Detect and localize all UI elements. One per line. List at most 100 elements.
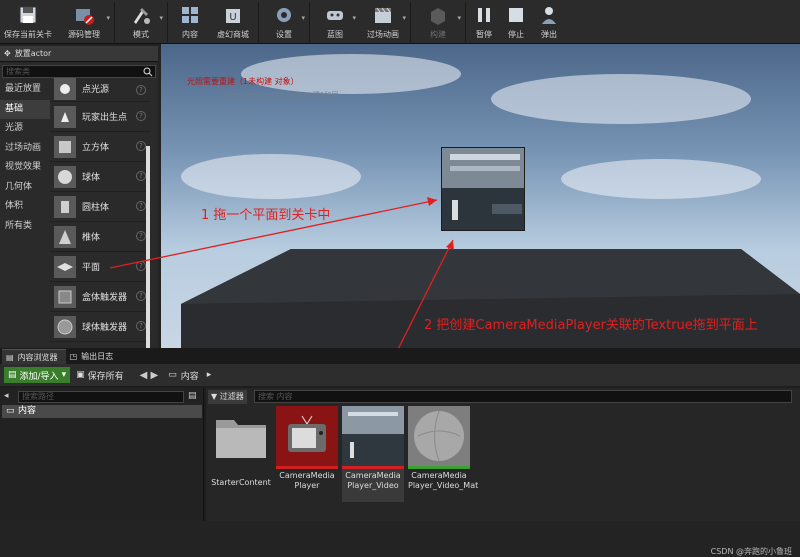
category-geometry[interactable]: 几何体 — [0, 178, 50, 198]
chevron-down-icon[interactable]: ▾ — [301, 14, 305, 22]
content-button[interactable]: 内容 — [170, 0, 210, 44]
modes-icon — [134, 8, 150, 24]
item-label: 点光源 — [82, 85, 110, 95]
pause-button[interactable]: 暂停 — [468, 0, 500, 44]
cinematics-button[interactable]: 过场动画 ▾ — [358, 0, 408, 44]
content-browser-icon: ▤ — [6, 352, 14, 362]
breadcrumb[interactable]: ▭ 内容 ▸ — [168, 369, 211, 382]
help-icon[interactable]: ? — [136, 141, 146, 151]
help-icon[interactable]: ? — [136, 85, 146, 95]
blueprints-button[interactable]: 蓝图 ▾ — [312, 0, 358, 44]
toolbar-divider — [258, 2, 259, 42]
list-item[interactable]: 球体触发器 ? — [50, 312, 150, 342]
list-item[interactable]: 平面 ? — [50, 252, 150, 282]
item-label: 立方体 — [82, 143, 110, 153]
level-viewport[interactable]: 光照需要重建（1未构建 对象） SceneCaptureComponent 建1… — [161, 44, 800, 348]
collapse-icon[interactable]: ◂ — [4, 391, 9, 401]
list-item[interactable]: 圆柱体 ? — [50, 192, 150, 222]
cylinder-icon — [54, 195, 76, 218]
point-light-icon — [54, 77, 76, 100]
pause-icon — [478, 8, 490, 22]
category-basic[interactable]: 基础 — [0, 99, 50, 119]
view-options-icon[interactable]: ▤ — [188, 391, 197, 401]
help-icon[interactable]: ? — [136, 231, 146, 241]
cinematics-icon — [375, 7, 391, 23]
tab-place-actors[interactable]: ✥ 放置actor — [0, 46, 158, 62]
blueprints-label: 蓝图 — [327, 30, 343, 39]
category-cinematic[interactable]: 过场动画 — [0, 139, 50, 159]
chevron-down-icon: ▾ — [61, 370, 67, 380]
category-all-classes[interactable]: 所有类 — [0, 217, 50, 237]
asset-tile-material[interactable]: CameraMedia Player_Video_Mat — [408, 406, 478, 502]
list-item[interactable]: 椎体 ? — [50, 222, 150, 252]
chevron-down-icon[interactable]: ▾ — [457, 14, 461, 22]
tab-output-log[interactable]: ◳ 输出日志 — [66, 349, 122, 364]
material-sphere-thumbnail — [408, 406, 470, 466]
settings-button[interactable]: 设置 ▾ — [261, 0, 307, 44]
category-visual-effects[interactable]: 视觉效果 — [0, 158, 50, 178]
help-icon[interactable]: ? — [136, 261, 146, 271]
content-browser-panel: ▤ 内容浏览器 ◳ 输出日志 ▤ 添加/导入 ▾ ▣ 保存所有 ◀ ▶ ▭ 内容… — [0, 348, 800, 556]
modes-label: 模式 — [133, 30, 149, 39]
build-button[interactable]: 构建 ▾ — [413, 0, 463, 44]
save-all-button[interactable]: ▣ 保存所有 — [76, 369, 124, 382]
filters-label: 过滤器 — [219, 392, 244, 401]
help-icon[interactable]: ? — [136, 291, 146, 301]
history-nav-arrows[interactable]: ◀ ▶ — [140, 370, 159, 381]
camera-video-frame — [442, 148, 524, 230]
watermark: CSDN @奔跑的小鲁班 — [710, 547, 792, 556]
stop-button[interactable]: 停止 — [500, 0, 532, 44]
help-icon[interactable]: ? — [136, 321, 146, 331]
tv-icon — [276, 406, 338, 466]
source-control-label: 源码管理 — [68, 30, 100, 39]
path-search-input[interactable]: 搜索路径 — [18, 391, 184, 403]
add-import-button[interactable]: ▤ 添加/导入 ▾ — [4, 367, 71, 383]
place-actors-icon: ✥ — [4, 49, 11, 58]
list-item[interactable]: 立方体 ? — [50, 132, 150, 162]
marketplace-label: 虚幻商城 — [217, 30, 249, 39]
settings-label: 设置 — [276, 30, 292, 39]
class-search-placeholder: 搜索类 — [6, 67, 30, 76]
stop-icon — [509, 8, 523, 22]
modes-button[interactable]: 模式 ▾ — [117, 0, 165, 44]
item-label: 玩家出生点 — [82, 113, 128, 123]
tab-content-browser[interactable]: ▤ 内容浏览器 — [2, 349, 66, 364]
list-item[interactable]: 盒体触发器 ? — [50, 282, 150, 312]
content-browser-toolbar: ▤ 添加/导入 ▾ ▣ 保存所有 ◀ ▶ ▭ 内容 ▸ — [0, 364, 800, 386]
marketplace-button[interactable]: U 虚幻商城 — [210, 0, 256, 44]
help-icon[interactable]: ? — [136, 201, 146, 211]
category-lights[interactable]: 光源 — [0, 119, 50, 139]
eject-button[interactable]: 弹出 — [532, 0, 566, 44]
filters-button[interactable]: ▼ 过滤器 — [208, 390, 247, 404]
list-item[interactable]: 玩家出生点 ? — [50, 102, 150, 132]
asset-tile-starter-content[interactable]: StarterContent — [210, 406, 272, 502]
list-item[interactable]: 点光源 ? — [50, 76, 150, 102]
pause-label: 暂停 — [476, 30, 492, 39]
save-level-button[interactable]: 保存当前关卡 — [0, 0, 56, 44]
category-recent[interactable]: 最近放置 — [0, 80, 50, 100]
media-texture-plane[interactable] — [441, 147, 525, 231]
asset-search-input[interactable]: 搜索 内容 — [254, 390, 792, 403]
player-start-icon — [54, 105, 76, 128]
chevron-down-icon[interactable]: ▾ — [159, 14, 163, 22]
chevron-down-icon[interactable]: ▾ — [402, 14, 406, 22]
list-item[interactable]: 球体 ? — [50, 162, 150, 192]
scene-capture-warning: SceneCaptureComponent 建1f0同 — [221, 91, 339, 99]
chevron-down-icon[interactable]: ▾ — [352, 14, 356, 22]
category-volumes[interactable]: 体积 — [0, 197, 50, 217]
annotation-step-2: 2 把创建CameraMediaPlayer关联的Textrue拖到平面上 — [424, 318, 758, 333]
blueprint-icon — [327, 11, 343, 20]
asset-tile-media-texture[interactable]: CameraMedia Player_Video — [342, 406, 404, 502]
annotation-step-1: 1 拖一个平面到关卡中 — [201, 208, 331, 223]
help-icon[interactable]: ? — [136, 171, 146, 181]
cube-icon — [54, 135, 76, 158]
tree-item-content[interactable]: ▭ 内容 — [2, 405, 202, 418]
item-label: 平面 — [82, 263, 101, 273]
bottom-tab-bar: ▤ 内容浏览器 ◳ 输出日志 — [0, 348, 800, 364]
save-level-label: 保存当前关卡 — [4, 30, 52, 39]
chevron-down-icon[interactable]: ▾ — [106, 14, 110, 22]
toolbar-divider — [410, 2, 411, 42]
source-control-button[interactable]: 源码管理 ▾ — [56, 0, 112, 44]
asset-tile-media-player[interactable]: CameraMedia Player — [276, 406, 338, 502]
help-icon[interactable]: ? — [136, 111, 146, 121]
